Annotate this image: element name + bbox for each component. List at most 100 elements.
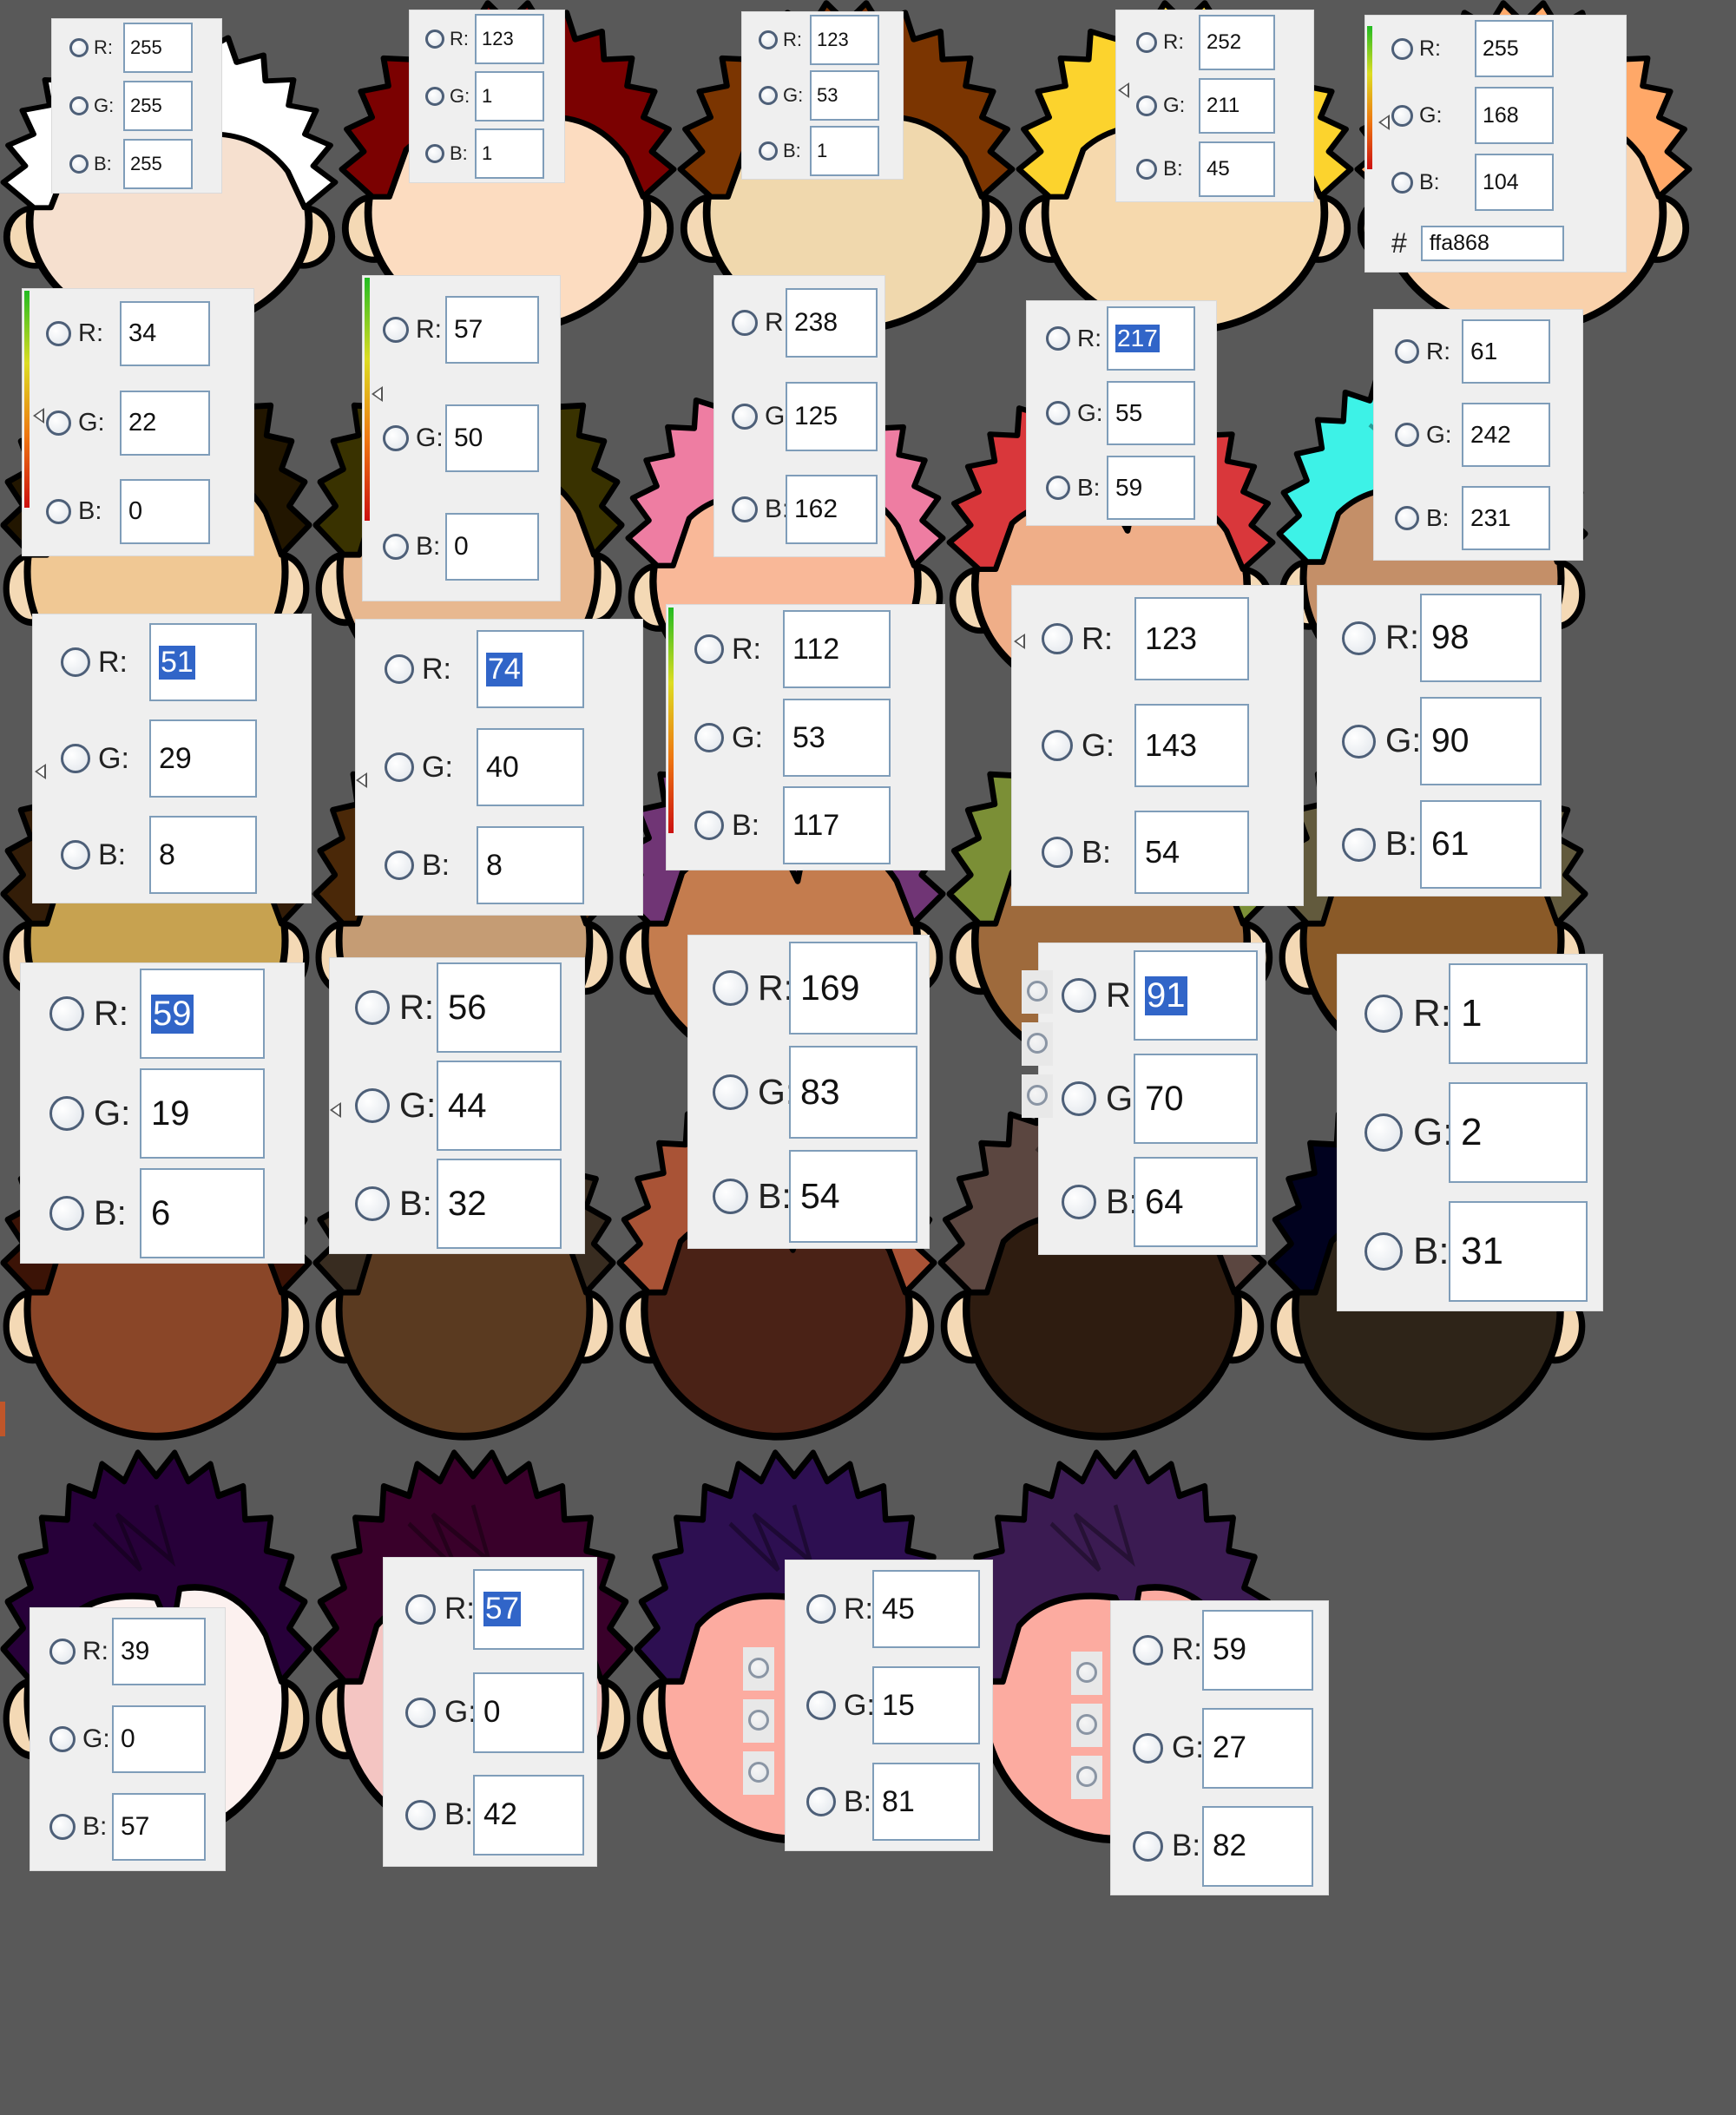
channel-radio-r[interactable]	[405, 1593, 436, 1625]
channel-input-g[interactable]: 2	[1449, 1082, 1588, 1183]
channel-radio-g[interactable]	[355, 1088, 390, 1123]
channel-input-g[interactable]: 70	[1134, 1054, 1258, 1144]
channel-input-b[interactable]: 104	[1475, 154, 1554, 211]
hue-slider-strip[interactable]	[365, 278, 370, 521]
channel-radio-b[interactable]	[383, 534, 409, 560]
channel-radio-b[interactable]	[1395, 506, 1419, 530]
channel-radio-g[interactable]	[1042, 730, 1073, 761]
channel-input-b[interactable]: 82	[1202, 1805, 1313, 1887]
channel-radio-g[interactable]	[61, 744, 90, 773]
channel-input-r[interactable]: 51	[149, 623, 257, 701]
channel-radio-r[interactable]	[425, 30, 444, 49]
channel-input-b[interactable]: 231	[1462, 486, 1550, 550]
channel-radio-b[interactable]	[355, 1186, 390, 1221]
channel-radio-g[interactable]	[1136, 95, 1157, 116]
channel-radio-b[interactable]	[1391, 171, 1413, 194]
channel-input-r[interactable]: 252	[1199, 15, 1275, 70]
slider-handle-icon[interactable]	[356, 772, 367, 788]
channel-radio-g[interactable]	[1046, 401, 1070, 425]
channel-radio-r[interactable]	[1342, 621, 1376, 655]
channel-input-r[interactable]: 123	[810, 15, 879, 65]
channel-input-b[interactable]: 64	[1134, 1157, 1258, 1247]
channel-radio-r[interactable]	[69, 38, 89, 57]
channel-radio-b[interactable]	[732, 496, 758, 522]
channel-radio-g[interactable]	[49, 1726, 76, 1752]
channel-radio-r[interactable]	[1046, 326, 1070, 351]
channel-input-r[interactable]: 59	[1202, 1609, 1313, 1691]
channel-input-b[interactable]: 54	[1134, 811, 1249, 894]
channel-radio-r[interactable]	[385, 654, 414, 684]
hex-input[interactable]: ffa868	[1420, 226, 1564, 261]
channel-radio-r[interactable]	[1364, 995, 1403, 1033]
channel-input-g[interactable]: 22	[120, 390, 210, 456]
channel-input-g[interactable]: 83	[789, 1045, 917, 1139]
channel-radio-r[interactable]	[1395, 339, 1419, 364]
channel-input-b[interactable]: 117	[783, 786, 891, 864]
channel-input-b[interactable]: 1	[810, 126, 879, 176]
channel-radio-r[interactable]	[713, 969, 748, 1006]
channel-radio-b[interactable]	[1136, 159, 1157, 180]
channel-radio-r[interactable]	[732, 310, 758, 336]
channel-radio-r[interactable]	[49, 996, 84, 1031]
slider-handle-icon[interactable]	[1118, 82, 1129, 98]
channel-input-r[interactable]: 98	[1420, 594, 1542, 682]
channel-radio-b[interactable]	[759, 141, 778, 161]
channel-input-r[interactable]: 45	[872, 1570, 980, 1648]
slider-handle-icon[interactable]	[33, 408, 44, 424]
channel-input-b[interactable]: 45	[1199, 141, 1275, 197]
channel-radio-b[interactable]	[425, 144, 444, 163]
channel-radio-g[interactable]	[1391, 104, 1413, 127]
channel-input-b[interactable]: 255	[123, 139, 193, 189]
channel-radio-g[interactable]	[732, 404, 758, 430]
channel-input-b[interactable]: 59	[1107, 456, 1195, 520]
channel-input-r[interactable]: 123	[1134, 597, 1249, 680]
channel-input-b[interactable]: 162	[786, 475, 878, 544]
channel-radio-r[interactable]	[806, 1594, 836, 1624]
channel-input-g[interactable]: 19	[140, 1068, 265, 1159]
channel-radio-r[interactable]	[355, 990, 390, 1025]
channel-radio-r[interactable]	[1391, 37, 1413, 60]
channel-input-r[interactable]: 34	[120, 300, 210, 366]
channel-input-g[interactable]: 50	[445, 404, 539, 472]
channel-input-b[interactable]: 8	[149, 816, 257, 894]
channel-input-r[interactable]: 59	[140, 969, 265, 1059]
slider-handle-icon[interactable]	[1014, 634, 1025, 649]
channel-radio-b[interactable]	[1062, 1185, 1096, 1219]
channel-input-b[interactable]: 57	[112, 1793, 206, 1861]
channel-radio-g[interactable]	[405, 1697, 436, 1728]
channel-input-r[interactable]: 57	[445, 296, 539, 364]
channel-input-g[interactable]: 29	[149, 719, 257, 798]
channel-radio-b[interactable]	[49, 1196, 84, 1231]
channel-radio-g[interactable]	[1342, 724, 1376, 759]
channel-radio-r[interactable]	[759, 30, 778, 49]
channel-radio-b[interactable]	[1042, 837, 1073, 868]
channel-radio-g[interactable]	[806, 1691, 836, 1720]
channel-input-b[interactable]: 54	[789, 1149, 917, 1243]
slider-handle-icon[interactable]	[35, 764, 46, 779]
channel-radio-b[interactable]	[806, 1787, 836, 1816]
channel-radio-r[interactable]	[1062, 978, 1096, 1013]
channel-radio-g[interactable]	[1133, 1732, 1163, 1764]
channel-input-b[interactable]: 61	[1420, 800, 1542, 889]
channel-radio-b[interactable]	[713, 1178, 748, 1214]
channel-input-g[interactable]: 53	[783, 699, 891, 777]
channel-radio-b[interactable]	[49, 1814, 76, 1840]
channel-input-b[interactable]: 32	[437, 1159, 562, 1249]
channel-input-r[interactable]: 123	[475, 14, 544, 64]
channel-radio-g[interactable]	[1395, 423, 1419, 447]
channel-input-b[interactable]: 8	[477, 826, 584, 904]
channel-radio-g[interactable]	[49, 1096, 84, 1131]
channel-input-b[interactable]: 6	[140, 1168, 265, 1258]
channel-input-b[interactable]: 42	[473, 1774, 584, 1856]
channel-radio-g[interactable]	[383, 425, 409, 451]
channel-radio-g[interactable]	[713, 1074, 748, 1110]
slider-handle-icon[interactable]	[330, 1102, 341, 1118]
channel-radio-b[interactable]	[1046, 476, 1070, 500]
channel-input-g[interactable]: 0	[473, 1672, 584, 1753]
slider-handle-icon[interactable]	[372, 386, 383, 402]
channel-input-r[interactable]: 255	[123, 23, 193, 73]
channel-input-g[interactable]: 44	[437, 1061, 562, 1151]
channel-input-g[interactable]: 211	[1199, 78, 1275, 134]
channel-radio-b[interactable]	[1133, 1830, 1163, 1862]
channel-radio-b[interactable]	[405, 1799, 436, 1830]
